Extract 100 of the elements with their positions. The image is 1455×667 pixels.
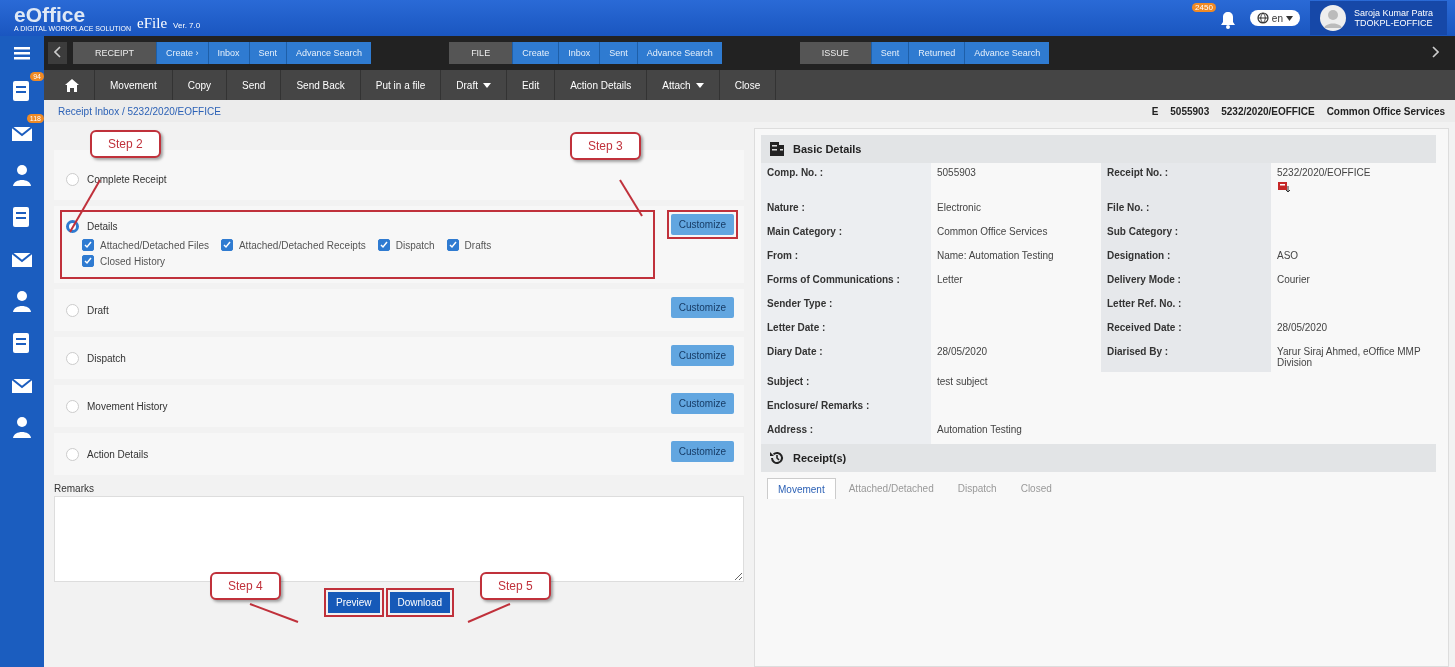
field-label: Enclosure/ Remarks : [761,396,931,420]
option-label: Details [87,221,118,232]
nav-link[interactable]: Returned [908,42,965,64]
user-icon [10,162,34,188]
field-label: File No. : [1101,198,1271,222]
option-label: Complete Receipt [87,173,167,185]
action-button[interactable]: Download [389,592,451,613]
receipt-info: 5055903 [1170,105,1210,117]
checkbox[interactable] [377,239,390,251]
customize-button[interactable]: Customize [670,214,734,235]
module-label: ISSUE [799,42,871,64]
field-value: 28/05/2020 [1277,322,1328,333]
nav-link[interactable]: Inbox [207,42,249,64]
field-label: Letter Ref. No. : [1101,294,1271,318]
history-icon [769,450,785,466]
chevron-left-icon [54,46,61,58]
nav-link[interactable]: Sent [599,42,637,64]
remarks-field[interactable] [54,496,744,582]
checkbox-label: Attached/Detached Receipts [238,239,366,251]
attachment-icon[interactable] [1277,180,1291,194]
checkbox-label: Closed History [100,255,166,267]
radio-button[interactable] [66,303,79,317]
menu-icon [14,46,30,60]
checkbox[interactable] [446,239,459,251]
tab[interactable]: Closed [1009,478,1063,499]
breadcrumb[interactable]: Receipt Inbox / 5232/2020/EOFFICE [58,105,221,117]
nav-link[interactable]: Sent [248,42,287,64]
nav-link[interactable]: Create [512,42,559,64]
field-label: Delivery Mode : [1101,270,1271,294]
field-value: 28/05/2020 [937,346,988,357]
details-icon [769,141,785,157]
nav-link[interactable]: Advance Search [964,42,1050,64]
nav-link[interactable]: Sent [870,42,909,64]
field-label: Nature : [761,198,931,222]
field-label: From : [761,246,931,270]
field-value: Electronic [937,202,981,213]
remarks-label: Remarks [54,483,95,494]
field-value: Common Office Services [937,226,1048,237]
radio-button[interactable] [66,399,79,413]
field-label: Received Date : [1101,318,1271,342]
checkbox-label: Attached/Detached Files [100,239,209,251]
app-name: eFile [137,14,168,32]
leader-line [467,603,511,623]
option-label: Dispatch [87,352,126,364]
avatar-icon [1319,5,1346,31]
checkbox-label: Drafts [464,239,492,251]
checkbox[interactable] [82,239,94,251]
field-label: Address : [761,420,931,444]
leader-line [249,603,299,623]
field-label: Receipt No. : [1101,163,1271,198]
caret-icon [482,82,491,88]
customize-button[interactable]: Customize [670,441,734,462]
callout: Step 4 [210,572,281,600]
language-selector[interactable]: en [1249,10,1300,26]
customize-button[interactable]: Customize [670,345,734,366]
nav-link[interactable]: Advance Search [286,42,372,64]
field-value: Courier [1277,274,1310,285]
field-label: Forms of Communications : [761,270,931,294]
logo: eOffice [14,4,87,25]
receipt-info: Common Office Services [1326,105,1445,117]
callout: Step 2 [90,130,161,158]
module-label: RECEIPT [73,42,156,64]
tab[interactable]: Attached/Detached [837,478,945,499]
customize-button[interactable]: Customize [670,393,734,414]
tab[interactable]: Movement [767,478,836,499]
field-value: Name: Automation Testing [937,250,1054,261]
field-label: Sender Type : [761,294,931,318]
customize-button[interactable]: Customize [670,297,734,318]
field-value: 5232/2020/EOFFICE [1277,167,1371,178]
tab[interactable]: Dispatch [946,478,1008,499]
module-label: FILE [449,42,513,64]
radio-button[interactable] [66,172,79,186]
field-label: Letter Date : [761,318,931,342]
chevron-right-icon [1432,46,1439,58]
nav-link[interactable]: Create › [156,42,208,64]
section-title: Receipt(s) [793,452,847,464]
bell-icon [1219,11,1236,29]
field-value: 5055903 [937,167,976,178]
caret-icon [695,82,704,88]
checkbox[interactable] [220,239,233,251]
globe-icon [1256,12,1269,24]
checkbox-label: Dispatch [395,239,435,251]
radio-button[interactable] [66,351,79,365]
scroll-left-button[interactable] [48,42,67,64]
callout: Step 3 [570,132,641,160]
field-value: Automation Testing [937,424,1022,435]
field-value: Letter [937,274,963,285]
field-label: Diary Date : [761,342,931,372]
field-value: ASO [1277,250,1299,261]
nav-link[interactable]: Advance Search [636,42,722,64]
checkbox[interactable] [82,255,94,267]
radio-button[interactable] [66,447,79,461]
field-value: Yarur Siraj Ahmed, eOffice MMP Division [1277,346,1422,368]
user-icon [10,414,34,440]
action-button[interactable]: Preview [327,592,380,613]
nav-link[interactable]: Inbox [558,42,600,64]
notification-count: 2450 [1192,3,1216,12]
field-label: Subject : [761,372,931,396]
user-panel[interactable]: Saroja Kumar Patra TDOKPL-EOFFICE [1309,1,1447,35]
field-label: Main Category : [761,222,931,246]
